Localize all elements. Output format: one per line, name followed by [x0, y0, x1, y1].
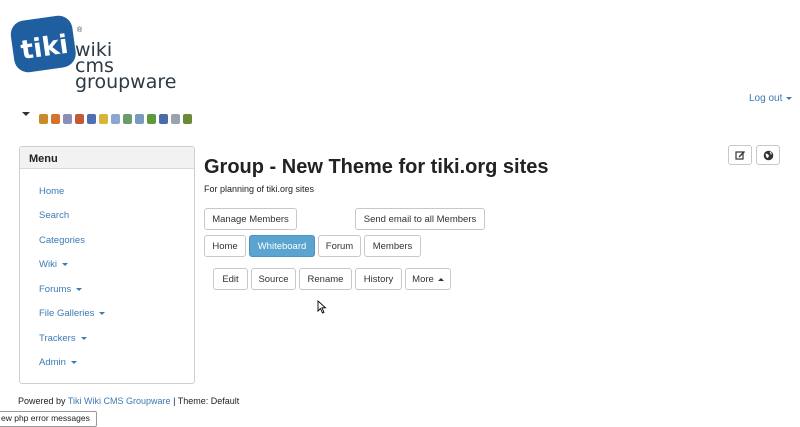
key-icon[interactable]: [99, 114, 108, 124]
more-label: More: [412, 273, 434, 285]
sidebar-item-label: File Galleries: [39, 308, 95, 319]
tooltip: ew php error messages: [0, 411, 97, 427]
chevron-down-icon: [99, 311, 106, 315]
page-title: Group - New Theme for tiki.org sites: [204, 156, 549, 178]
sidebar-item-label: Search: [39, 210, 70, 221]
logout-label: Log out: [749, 93, 783, 104]
sidebar-item-label: Admin: [39, 357, 66, 368]
chevron-down-icon: [786, 96, 793, 100]
manage-members-button[interactable]: Manage Members: [204, 208, 297, 230]
mouse-cursor-icon: [317, 300, 327, 314]
user-icon[interactable]: [87, 114, 96, 124]
sidebar-item-trackers[interactable]: Trackers: [39, 333, 87, 344]
edit-button[interactable]: Edit: [213, 268, 248, 290]
page-description: For planning of tiki.org sites: [204, 184, 315, 194]
logout-link[interactable]: Log out: [749, 93, 793, 104]
tab-forum[interactable]: Forum: [318, 235, 361, 257]
sidebar-item-label: Forums: [39, 284, 72, 295]
sidebar-item-home[interactable]: Home: [39, 186, 64, 197]
history-button[interactable]: History: [355, 268, 402, 290]
source-button[interactable]: Source: [251, 268, 296, 290]
wrench-icon[interactable]: [39, 114, 48, 124]
sidebar-item-admin[interactable]: Admin: [39, 357, 77, 368]
puzzle-icon[interactable]: [147, 114, 156, 124]
tab-members[interactable]: Members: [364, 235, 421, 257]
registered-mark: ®: [77, 27, 83, 34]
users-icon[interactable]: [75, 114, 84, 124]
chevron-down-icon: [70, 360, 77, 364]
chevron-up-icon: [437, 277, 444, 281]
sidebar-item-forums[interactable]: Forums: [39, 284, 83, 295]
sidebar-item-wiki[interactable]: Wiki: [39, 259, 68, 270]
document-icon[interactable]: [159, 114, 168, 124]
footer-theme: Theme: Default: [177, 396, 240, 406]
quick-admin-toolbar: [39, 114, 192, 126]
pencil-icon[interactable]: [63, 114, 72, 124]
menu-heading: Menu: [20, 147, 194, 169]
edit-icon: [734, 150, 745, 160]
rename-button[interactable]: Rename: [299, 268, 352, 290]
sidebar-item-label: Trackers: [39, 333, 76, 344]
sidebar-item-file-galleries[interactable]: File Galleries: [39, 308, 106, 319]
logo-line-groupware: groupware: [75, 71, 177, 93]
sidebar-item-label: Wiki: [39, 259, 57, 270]
logo-wordmark: wiki cms groupware: [75, 41, 177, 93]
sidebar-item-label: Home: [39, 186, 65, 197]
leaf-icon[interactable]: [183, 114, 192, 124]
globe-icon: [763, 150, 773, 160]
tab-whiteboard[interactable]: Whiteboard: [249, 235, 315, 257]
sidebar-item-categories[interactable]: Categories: [39, 235, 85, 246]
home-icon[interactable]: [51, 114, 60, 124]
language-button[interactable]: [756, 145, 780, 165]
more-button[interactable]: More: [405, 268, 451, 290]
edit-settings-button[interactable]: [728, 145, 752, 165]
footer-prefix: Powered by: [18, 396, 66, 406]
chevron-down-icon: [76, 287, 83, 291]
table-icon[interactable]: [111, 114, 120, 124]
footer-separator: |: [173, 396, 176, 406]
footer: Powered by Tiki Wiki CMS Groupware | The…: [18, 396, 239, 406]
image2-icon[interactable]: [135, 114, 144, 124]
card-icon[interactable]: [171, 114, 180, 124]
sidebar-item-label: Categories: [39, 235, 85, 246]
sidebar-menu: Menu Home Search Categories Wiki Forums …: [19, 146, 195, 384]
chevron-down-icon: [61, 262, 68, 266]
tiki-link[interactable]: Tiki Wiki CMS Groupware: [68, 396, 171, 406]
toolbar-toggle-caret-icon[interactable]: [22, 112, 30, 116]
sidebar-item-search[interactable]: Search: [39, 210, 69, 221]
chevron-down-icon: [80, 336, 87, 340]
tab-home[interactable]: Home: [204, 235, 246, 257]
image-icon[interactable]: [123, 114, 132, 124]
send-email-button[interactable]: Send email to all Members: [355, 208, 485, 230]
